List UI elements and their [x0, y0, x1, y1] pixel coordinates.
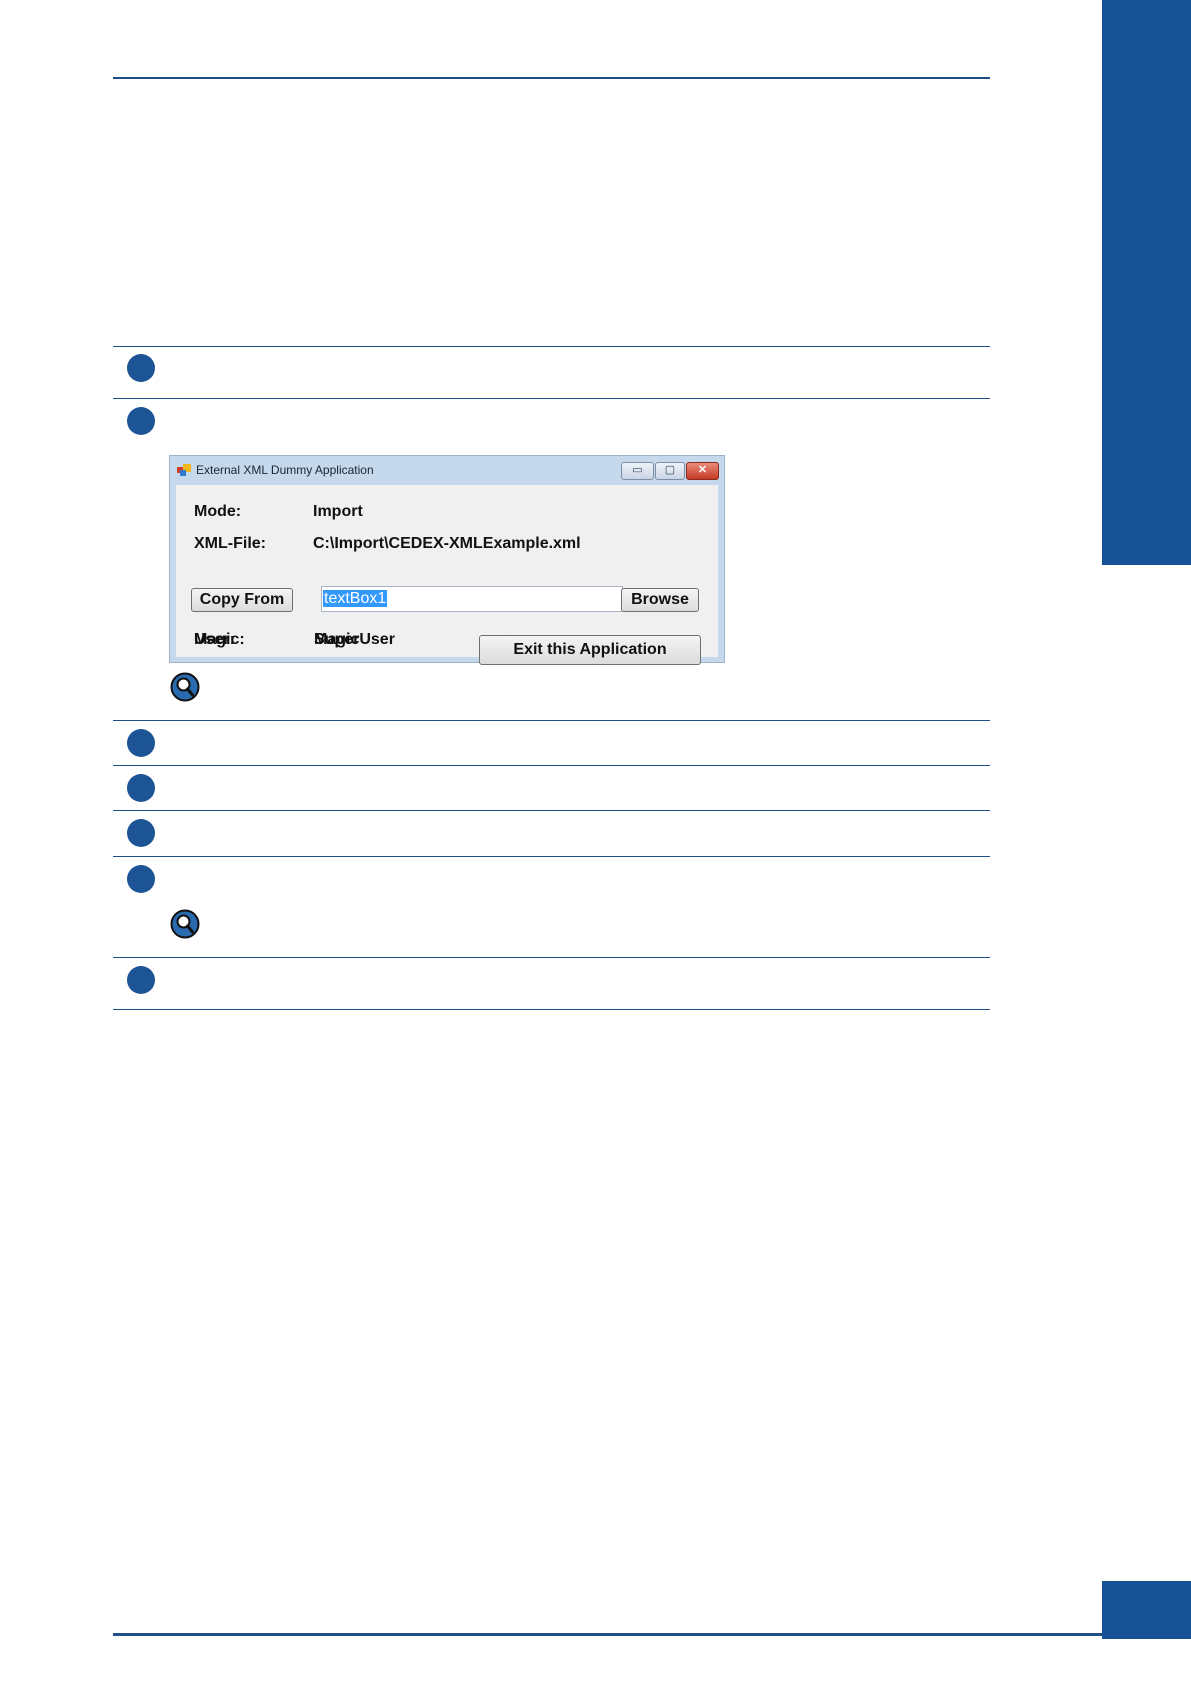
- step-divider: [113, 856, 990, 857]
- exit-application-button[interactable]: Exit this Application: [479, 635, 701, 665]
- step-divider: [113, 957, 990, 958]
- xml-file-value: C:\Import\CEDEX-XMLExample.xml: [313, 535, 581, 552]
- step-bullet: [127, 354, 155, 382]
- step-bullet: [127, 865, 155, 893]
- magic-value: Magic: [314, 631, 360, 648]
- magnifier-icon: [170, 672, 200, 702]
- step-bullet: [127, 774, 155, 802]
- copy-from-button[interactable]: Copy From: [191, 588, 293, 612]
- step-divider: [113, 398, 990, 399]
- page-number-tab: [1102, 1581, 1191, 1639]
- step-divider: [113, 720, 990, 721]
- step-bullet: [127, 819, 155, 847]
- header-rule: [113, 77, 990, 79]
- textbox1-input[interactable]: textBox1: [321, 586, 623, 612]
- step-bullet: [127, 407, 155, 435]
- browse-button[interactable]: Browse: [621, 588, 699, 612]
- step-divider: [113, 346, 990, 347]
- close-button[interactable]: ✕: [686, 462, 719, 480]
- mode-value: Import: [313, 503, 363, 520]
- step-bullet: [127, 729, 155, 757]
- magnifier-icon: [170, 909, 200, 939]
- app-window: External XML Dummy Application ▭ ▢ ✕ Mod…: [169, 455, 725, 665]
- minimize-button[interactable]: ▭: [621, 462, 654, 480]
- window-title: External XML Dummy Application: [196, 463, 374, 477]
- magic-label: Magic:: [194, 631, 245, 648]
- xml-file-label: XML-File:: [194, 535, 266, 552]
- window-titlebar[interactable]: External XML Dummy Application ▭ ▢ ✕: [170, 456, 724, 484]
- step-divider: [113, 1009, 990, 1010]
- window-client-area: Mode: Import XML-File: C:\Import\CEDEX-X…: [176, 485, 718, 665]
- textbox1-selected-text: textBox1: [323, 590, 388, 607]
- app-icon: [177, 464, 191, 476]
- step-divider: [113, 765, 990, 766]
- step-divider: [113, 810, 990, 811]
- footer-rule: [113, 1633, 1103, 1636]
- maximize-button[interactable]: ▢: [655, 462, 685, 480]
- chapter-tab: [1102, 0, 1191, 565]
- step-bullet: [127, 966, 155, 994]
- mode-label: Mode:: [194, 503, 242, 520]
